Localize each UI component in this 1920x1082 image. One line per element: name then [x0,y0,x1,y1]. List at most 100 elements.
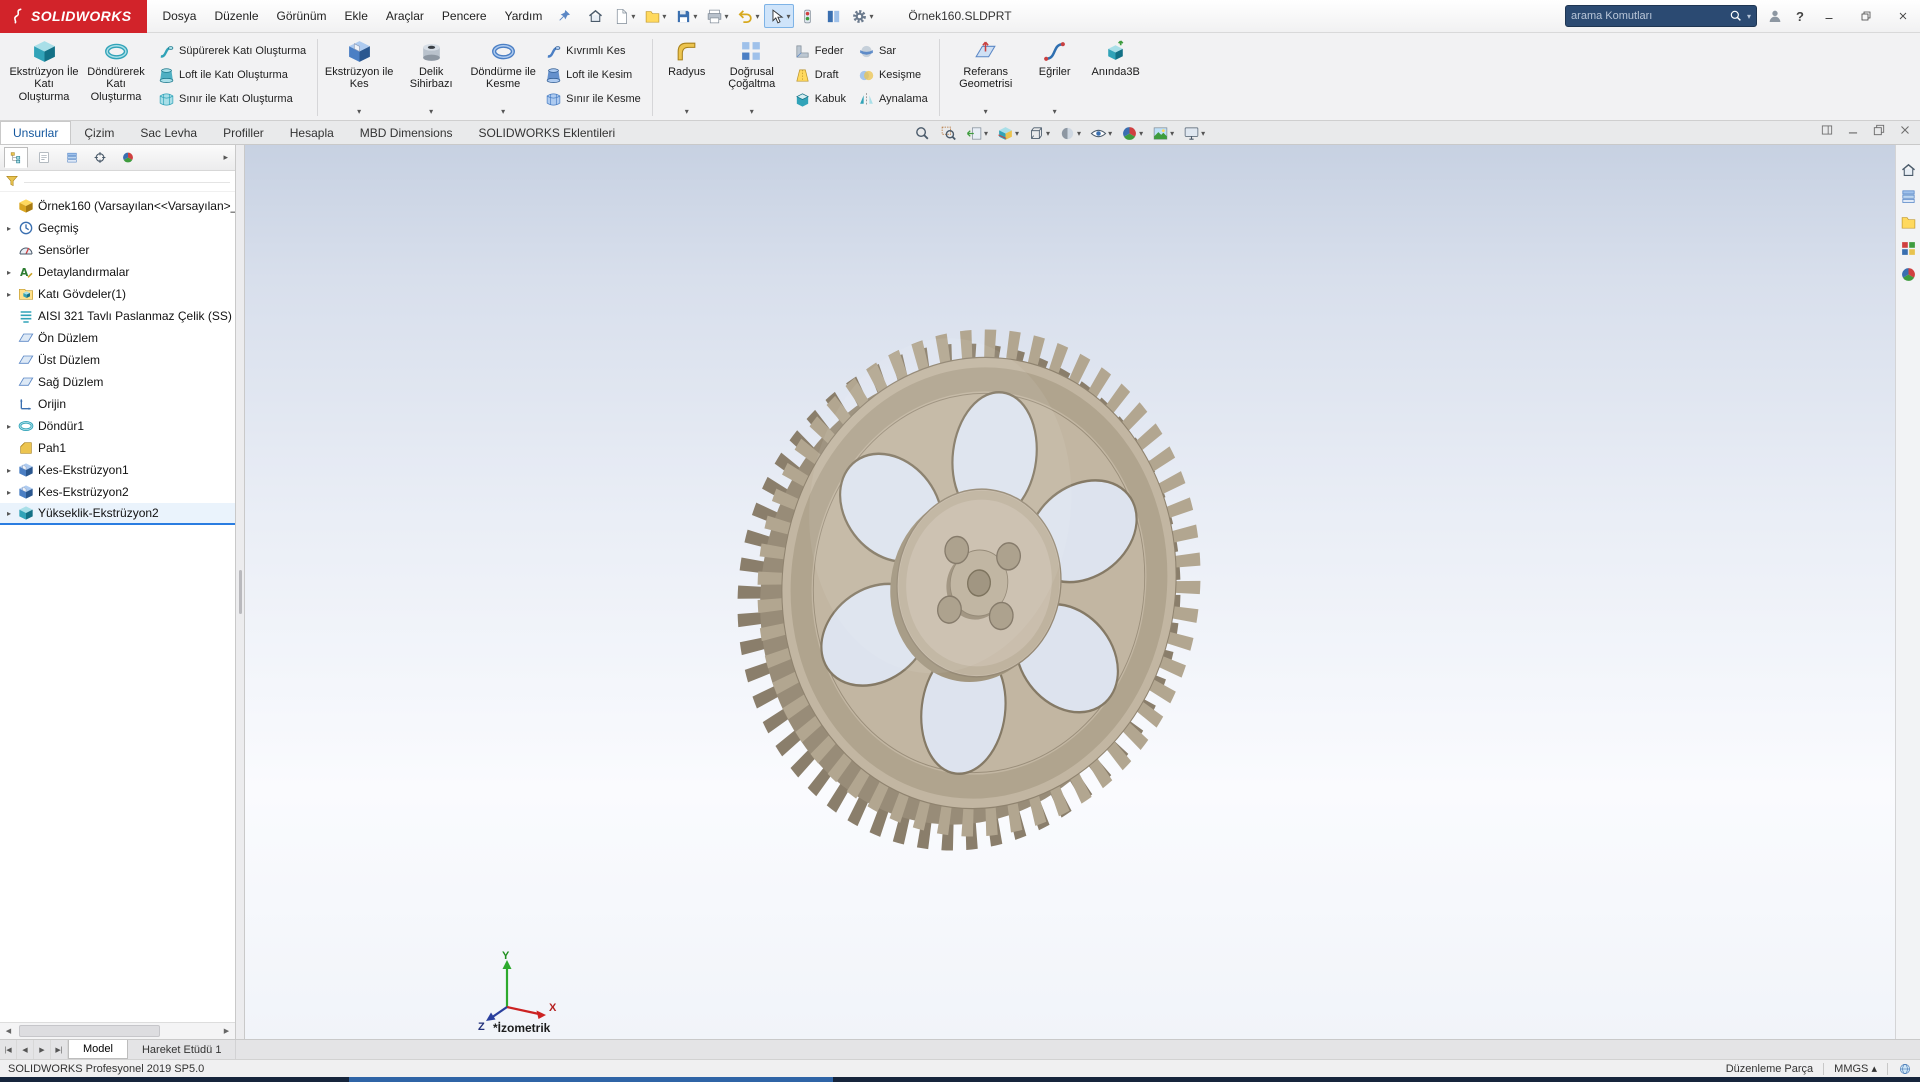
zoom-to-area-button[interactable] [938,124,959,143]
rebuild-button[interactable] [795,4,820,28]
filter-input[interactable] [24,179,230,183]
tree-item-pah1[interactable]: Pah1 [0,437,235,459]
search-dropdown-icon[interactable]: ▾ [1747,12,1751,21]
menu-duzenle[interactable]: Düzenle [205,4,267,28]
tree-horizontal-scrollbar[interactable]: ◀ ▶ [0,1022,235,1039]
tree-item-ust-duzlem[interactable]: Üst Düzlem [0,349,235,371]
minimize-button[interactable] [1814,3,1844,29]
boundary-boss-button[interactable]: Sınır ile Katı Oluşturma [155,89,309,109]
help-button[interactable]: ? [1793,9,1807,24]
feature-manager-tab[interactable] [4,147,28,168]
unit-system-selector[interactable]: MMGS ▴ [1834,1062,1877,1075]
filter-icon[interactable] [5,174,19,188]
menu-pencere[interactable]: Pencere [433,4,496,28]
expand-icon[interactable]: ▸ [4,488,14,497]
expand-icon[interactable]: ▸ [4,224,14,233]
tab-hesapla[interactable]: Hesapla [277,121,347,144]
expand-icon[interactable]: ▸ [4,466,14,475]
tab-mbd-dimensions[interactable]: MBD Dimensions [347,121,466,144]
tab-profiller[interactable]: Profiller [210,121,277,144]
reference-geometry-dropdown-icon[interactable]: ▾ [984,107,988,118]
file-properties-button[interactable] [821,4,846,28]
tab-sac-levha[interactable]: Sac Levha [127,121,210,144]
tree-item-gecmis[interactable]: ▸ Geçmiş [0,217,235,239]
restore-button[interactable] [1851,3,1881,29]
gear-model[interactable] [694,273,1264,893]
search-input[interactable] [1571,10,1725,22]
hide-show-items-button[interactable]: ▾ [1088,124,1114,143]
curves-button[interactable]: Eğriler ▾ [1028,36,1082,118]
home-button[interactable] [583,4,608,28]
tree-item-orijin[interactable]: Orijin [0,393,235,415]
doc-minimize-icon[interactable] [1846,123,1860,137]
zoom-to-fit-button[interactable] [912,124,933,143]
tree-item-kes-ekstruzyon2[interactable]: ▸ Kes-Ekstrüzyon2 [0,481,235,503]
file-explorer-icon[interactable] [1899,213,1918,232]
tree-item-on-duzlem[interactable]: Ön Düzlem [0,327,235,349]
tab-unsurlar[interactable]: Unsurlar [0,121,71,144]
reference-geometry-button[interactable]: Referans Geometrisi ▾ [946,36,1026,118]
shell-button[interactable]: Kabuk [791,89,849,109]
tree-item-sag-duzlem[interactable]: Sağ Düzlem [0,371,235,393]
view-settings-button[interactable]: ▾ [1181,124,1207,143]
tab-eklentileri[interactable]: SOLIDWORKS Eklentileri [466,121,629,144]
select-button[interactable]: ▾ [764,4,794,28]
tree-item-dondur1[interactable]: ▸ Döndür1 [0,415,235,437]
previous-view-button[interactable]: ▾ [964,124,990,143]
tree-item-material[interactable]: AISI 321 Tavlı Paslanmaz Çelik (SS) [0,305,235,327]
fillet-button[interactable]: Radyus ▾ [659,36,715,118]
tree-item-kes-ekstruzyon1[interactable]: ▸ Kes-Ekstrüzyon1 [0,459,235,481]
new-document-button[interactable]: ▾ [609,4,639,28]
wrap-button[interactable]: Sar [855,41,931,61]
tree-item-kati-govdeler[interactable]: ▸ Katı Gövdeler(1) [0,283,235,305]
graphics-area[interactable]: Y X Z *İzometrik [245,145,1920,1039]
revolved-cut-dropdown-icon[interactable]: ▾ [501,107,505,118]
hole-wizard-dropdown-icon[interactable]: ▾ [429,107,433,118]
revolved-cut-button[interactable]: Döndürme ile Kesme ▾ [468,36,538,118]
apply-scene-button[interactable]: ▾ [1150,124,1176,143]
split-panes-icon[interactable] [1820,123,1834,137]
property-manager-tab[interactable] [32,147,56,168]
view-palette-icon[interactable] [1899,239,1918,258]
last-tab-button[interactable]: ▶| [51,1040,68,1059]
user-account-icon[interactable] [1764,5,1786,27]
revolved-boss-button[interactable]: Döndürerek Katı Oluşturma [81,36,151,118]
menu-gorunum[interactable]: Görünüm [268,4,336,28]
menu-dosya[interactable]: Dosya [153,4,205,28]
display-style-button[interactable]: ▾ [1057,124,1083,143]
linear-pattern-dropdown-icon[interactable]: ▾ [750,107,754,118]
boundary-cut-button[interactable]: Sınır ile Kesme [542,89,644,109]
command-search[interactable]: ▾ [1565,5,1757,27]
expand-icon[interactable]: ▸ [4,509,14,518]
extruded-cut-dropdown-icon[interactable]: ▾ [357,107,361,118]
view-orientation-button[interactable]: ▾ [1026,124,1052,143]
save-button[interactable]: ▾ [671,4,701,28]
extruded-boss-button[interactable]: Ekstrüzyon İle Katı Oluşturma [9,36,79,118]
menu-yardim[interactable]: Yardım [496,4,552,28]
undo-button[interactable]: ▾ [733,4,763,28]
expand-icon[interactable]: ▸ [4,290,14,299]
expand-icon[interactable]: ▸ [4,422,14,431]
panel-overflow-icon[interactable]: ▸ [220,152,231,163]
fillet-dropdown-icon[interactable]: ▾ [685,107,689,118]
tree-item-sensorler[interactable]: Sensörler [0,239,235,261]
rib-button[interactable]: Feder [791,41,849,61]
section-view-button[interactable]: ▾ [995,124,1021,143]
draft-button[interactable]: Draft [791,65,849,85]
close-button[interactable] [1888,3,1918,29]
menu-ekle[interactable]: Ekle [336,4,377,28]
doc-restore-icon[interactable] [1872,123,1886,137]
lofted-cut-button[interactable]: Loft ile Kesim [542,65,644,85]
options-button[interactable]: ▾ [847,4,877,28]
scroll-right-icon[interactable]: ▶ [218,1023,235,1039]
mirror-button[interactable]: Aynalama [855,89,931,109]
tree-item-detaylandirmalar[interactable]: ▸ Detaylandırmalar [0,261,235,283]
scroll-track[interactable] [17,1023,218,1039]
instant3d-button[interactable]: Anında3B [1084,36,1148,118]
configuration-manager-tab[interactable] [60,147,84,168]
model-tab[interactable]: Model [68,1040,128,1059]
prev-tab-button[interactable]: ◀ [17,1040,34,1059]
next-tab-button[interactable]: ▶ [34,1040,51,1059]
hole-wizard-button[interactable]: Delik Sihirbazı ▾ [396,36,466,118]
scroll-left-icon[interactable]: ◀ [0,1023,17,1039]
